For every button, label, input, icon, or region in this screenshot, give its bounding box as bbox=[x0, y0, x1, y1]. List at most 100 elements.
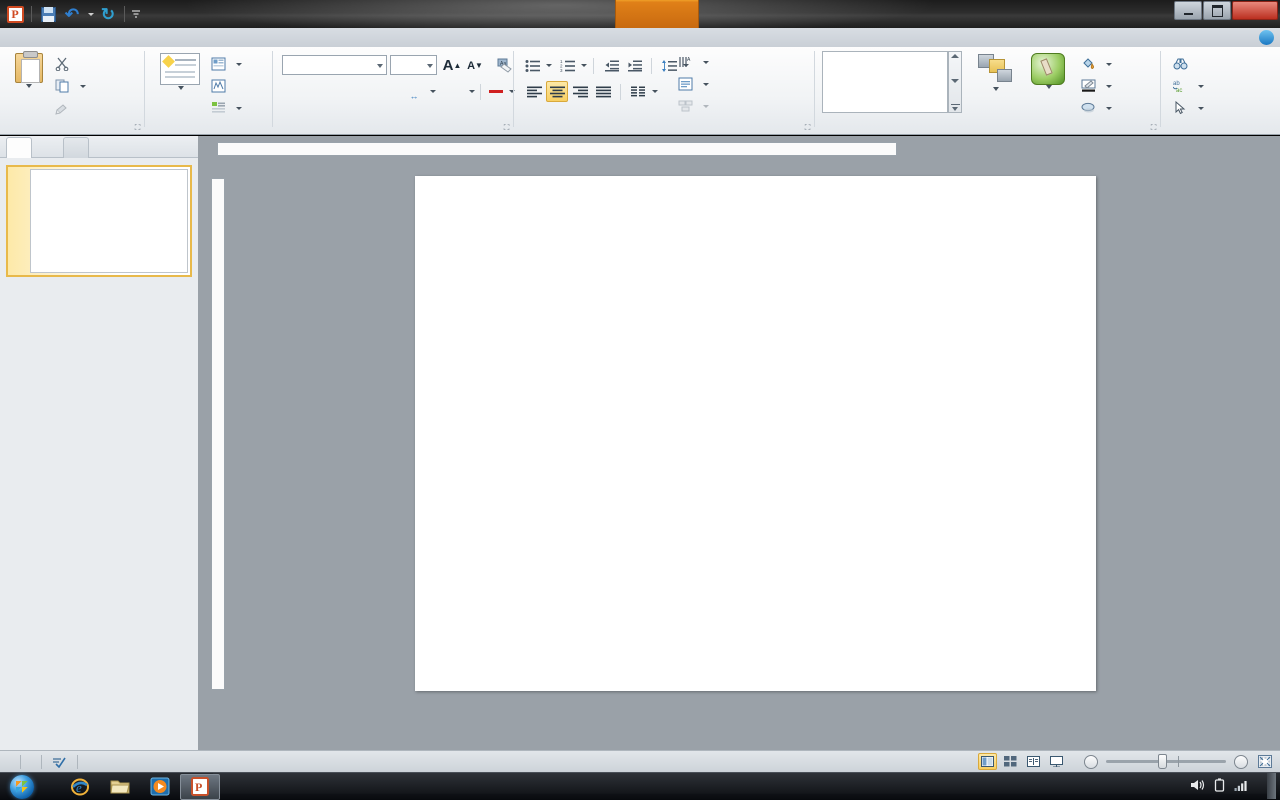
powerpoint-icon[interactable]: P bbox=[4, 3, 26, 25]
cut-button[interactable] bbox=[52, 53, 89, 75]
spellcheck-icon[interactable] bbox=[42, 751, 77, 773]
save-icon[interactable] bbox=[37, 3, 59, 25]
shape-effects-dropdown-icon[interactable] bbox=[1106, 106, 1112, 110]
clear-formatting-button[interactable]: Aa bbox=[493, 55, 515, 76]
quick-styles-button[interactable] bbox=[1022, 53, 1074, 89]
align-text-dropdown-icon[interactable] bbox=[703, 82, 709, 86]
select-button[interactable] bbox=[1170, 97, 1207, 119]
undo-dropdown-icon[interactable] bbox=[85, 3, 95, 25]
shape-outline-button[interactable] bbox=[1078, 75, 1115, 97]
gallery-scroll-down-icon[interactable] bbox=[951, 79, 959, 83]
powerpoint-taskbar-icon[interactable]: P bbox=[180, 773, 220, 800]
numbering-button[interactable]: 123 bbox=[558, 55, 578, 76]
columns-dropdown-icon[interactable] bbox=[652, 90, 658, 93]
copy-dropdown-icon[interactable] bbox=[80, 84, 86, 88]
show-desktop-button[interactable] bbox=[1267, 773, 1276, 799]
volume-icon[interactable] bbox=[1190, 778, 1205, 795]
new-slide-button[interactable] bbox=[154, 51, 206, 90]
align-left-button[interactable] bbox=[523, 81, 545, 102]
convert-to-smartart-button[interactable] bbox=[675, 95, 712, 117]
zoom-slider-thumb[interactable] bbox=[1158, 754, 1167, 769]
minimize-button[interactable] bbox=[1174, 1, 1202, 20]
format-painter-button[interactable] bbox=[52, 97, 89, 119]
paragraph-dialog-launcher-icon[interactable]: ⛶ bbox=[803, 123, 812, 132]
numbering-dropdown-icon[interactable] bbox=[581, 64, 587, 67]
new-slide-dropdown-icon[interactable] bbox=[178, 86, 184, 90]
window-controls[interactable] bbox=[1174, 1, 1278, 20]
columns-button[interactable] bbox=[627, 81, 649, 102]
help-icon[interactable] bbox=[1259, 30, 1274, 45]
vertical-ruler[interactable] bbox=[211, 178, 225, 690]
paste-dropdown-icon[interactable] bbox=[26, 84, 32, 88]
font-color-button[interactable] bbox=[486, 81, 506, 102]
table-shape[interactable] bbox=[416, 177, 1029, 587]
arrange-dropdown-icon[interactable] bbox=[993, 87, 999, 91]
file-explorer-icon[interactable] bbox=[100, 774, 140, 800]
tab-slides[interactable] bbox=[6, 137, 32, 158]
justify-button[interactable] bbox=[592, 81, 614, 102]
gallery-more-icon[interactable] bbox=[950, 104, 960, 111]
view-slide-sorter-button[interactable] bbox=[1001, 753, 1020, 770]
paste-button[interactable] bbox=[6, 51, 52, 113]
clipboard-dialog-launcher-icon[interactable]: ⛶ bbox=[133, 123, 142, 132]
smartart-dropdown-icon[interactable] bbox=[703, 104, 709, 108]
replace-button[interactable]: ab ac bbox=[1170, 75, 1207, 97]
font-size-input[interactable] bbox=[390, 55, 437, 75]
gallery-scroll-up-icon[interactable] bbox=[951, 54, 959, 58]
shape-outline-dropdown-icon[interactable] bbox=[1106, 84, 1112, 88]
bullets-dropdown-icon[interactable] bbox=[546, 64, 552, 67]
reset-button[interactable] bbox=[208, 75, 245, 97]
text-direction-dropdown-icon[interactable] bbox=[703, 60, 709, 64]
shape-fill-button[interactable] bbox=[1078, 53, 1115, 75]
fit-to-window-button[interactable] bbox=[1248, 751, 1280, 773]
text-direction-button[interactable]: A bbox=[675, 51, 712, 73]
view-slide-show-button[interactable] bbox=[1047, 753, 1066, 770]
shapes-gallery[interactable] bbox=[822, 51, 948, 113]
bold-button[interactable] bbox=[282, 81, 304, 102]
close-button[interactable] bbox=[1232, 1, 1278, 20]
redo-icon[interactable]: ↻ bbox=[97, 3, 119, 25]
view-normal-button[interactable] bbox=[978, 753, 997, 770]
font-size-dropdown-icon[interactable] bbox=[427, 64, 433, 68]
italic-button[interactable] bbox=[305, 81, 327, 102]
section-dropdown-icon[interactable] bbox=[236, 106, 242, 110]
slide-counter[interactable] bbox=[0, 751, 20, 773]
select-dropdown-icon[interactable] bbox=[1198, 106, 1204, 110]
align-right-button[interactable] bbox=[569, 81, 591, 102]
align-text-button[interactable] bbox=[675, 73, 712, 95]
undo-icon[interactable]: ↶ bbox=[61, 3, 83, 25]
drawing-dialog-launcher-icon[interactable]: ⛶ bbox=[1149, 123, 1158, 132]
change-case-button[interactable] bbox=[440, 81, 466, 102]
font-dialog-launcher-icon[interactable]: ⛶ bbox=[502, 123, 511, 132]
zoom-out-button[interactable] bbox=[1084, 754, 1098, 769]
customize-qat-icon[interactable] bbox=[130, 3, 142, 25]
section-button[interactable] bbox=[208, 97, 245, 119]
replace-dropdown-icon[interactable] bbox=[1198, 84, 1204, 88]
slide-thumbnail-preview[interactable] bbox=[30, 169, 188, 273]
shrink-font-button[interactable]: A ▼ bbox=[464, 55, 486, 76]
network-icon[interactable] bbox=[1234, 778, 1249, 795]
layout-button[interactable] bbox=[208, 53, 245, 75]
strikethrough-button[interactable] bbox=[374, 81, 400, 102]
zoom-level-label[interactable] bbox=[1068, 751, 1084, 773]
text-shadow-button[interactable] bbox=[351, 81, 373, 102]
battery-icon[interactable] bbox=[1214, 777, 1225, 795]
zoom-in-button[interactable] bbox=[1234, 754, 1248, 769]
layout-dropdown-icon[interactable] bbox=[236, 62, 242, 66]
underline-button[interactable] bbox=[328, 81, 350, 102]
shape-effects-button[interactable] bbox=[1078, 97, 1115, 119]
media-player-icon[interactable] bbox=[140, 774, 180, 800]
grow-font-button[interactable]: A ▲ bbox=[441, 55, 463, 76]
view-reading-button[interactable] bbox=[1024, 753, 1043, 770]
font-name-dropdown-icon[interactable] bbox=[377, 64, 383, 68]
character-spacing-button[interactable]: ↔ bbox=[401, 81, 427, 102]
decrease-indent-button[interactable] bbox=[600, 55, 622, 76]
change-case-dropdown-icon[interactable] bbox=[469, 90, 475, 93]
internet-explorer-icon[interactable]: e bbox=[60, 774, 100, 800]
slide-thumbnail-item[interactable] bbox=[6, 165, 192, 277]
character-spacing-dropdown-icon[interactable] bbox=[430, 90, 436, 93]
zoom-slider[interactable] bbox=[1106, 754, 1226, 769]
start-button[interactable] bbox=[0, 774, 44, 800]
shapes-gallery-scroll[interactable] bbox=[948, 51, 962, 113]
maximize-button[interactable] bbox=[1203, 1, 1231, 20]
